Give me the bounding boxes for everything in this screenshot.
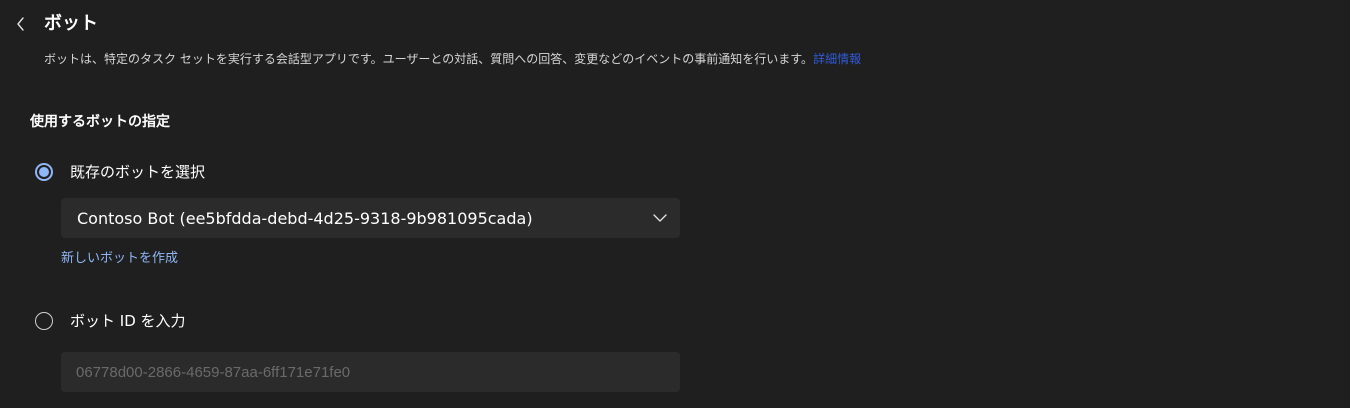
chevron-down-icon — [653, 214, 667, 222]
bot-settings-page: ボット ボットは、特定のタスク セットを実行する会話型アプリです。ユーザーとの対… — [0, 0, 1350, 408]
create-new-bot-link[interactable]: 新しいボットを作成 — [61, 249, 178, 269]
page-title: ボット — [44, 13, 98, 34]
radio-existing-bot[interactable]: 既存のボットを選択 — [35, 162, 205, 182]
radio-button-unchecked[interactable] — [35, 312, 53, 330]
back-button[interactable] — [10, 13, 32, 35]
radio-button-checked[interactable] — [35, 163, 53, 181]
bot-select-dropdown[interactable]: Contoso Bot (ee5bfdda-debd-4d25-9318-9b9… — [61, 198, 680, 238]
page-description: ボットは、特定のタスク セットを実行する会話型アプリです。ユーザーとの対話、質問… — [44, 50, 861, 68]
learn-more-link[interactable]: 詳細情報 — [813, 52, 861, 66]
description-text: ボットは、特定のタスク セットを実行する会話型アプリです。ユーザーとの対話、質問… — [44, 52, 814, 66]
bot-id-input[interactable] — [61, 352, 680, 392]
radio-enter-bot-id-label: ボット ID を入力 — [70, 312, 186, 330]
bot-select-value: Contoso Bot (ee5bfdda-debd-4d25-9318-9b9… — [77, 208, 533, 228]
radio-enter-bot-id[interactable]: ボット ID を入力 — [35, 311, 186, 331]
section-heading: 使用するボットの指定 — [30, 114, 170, 130]
radio-dot — [39, 167, 49, 177]
chevron-left-icon — [17, 17, 24, 31]
radio-existing-bot-label: 既存のボットを選択 — [70, 163, 206, 181]
